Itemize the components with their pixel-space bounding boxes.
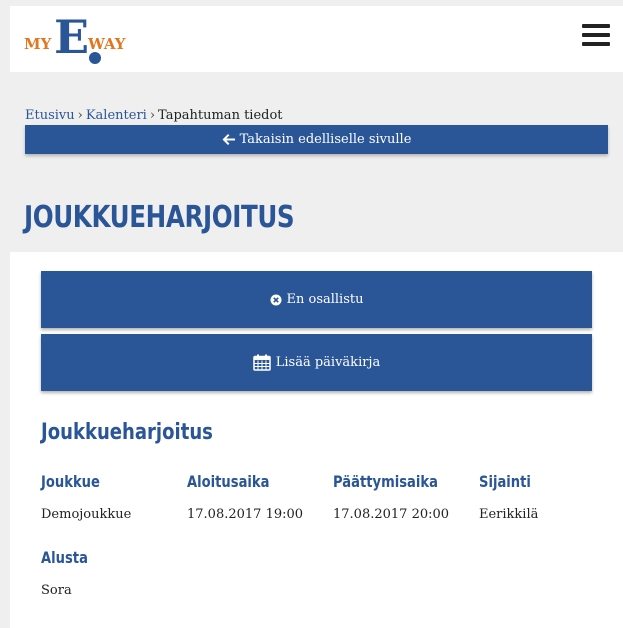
calendar-icon: [253, 354, 271, 371]
page-title: JOUKKUEHARJOITUS: [24, 200, 295, 235]
field-label-surface: Alusta: [41, 548, 88, 567]
event-details-title: Joukkueharjoitus: [41, 420, 213, 445]
add-diary-button[interactable]: Lisää päiväkirja: [41, 334, 592, 391]
hamburger-line: [582, 42, 610, 46]
breadcrumb-separator: ›: [149, 108, 156, 123]
decline-participation-label: En osallistu: [286, 292, 364, 307]
decline-participation-button[interactable]: En osallistu: [41, 271, 592, 328]
hamburger-line: [582, 33, 610, 37]
field-label-location: Sijainti: [479, 472, 531, 491]
logo-part-e: E: [54, 10, 90, 64]
page-header-area: Etusivu › Kalenteri › Tapahtuman tiedot Taka…: [10, 72, 623, 252]
back-button[interactable]: Takaisin edelliselle sivulle: [25, 125, 608, 154]
field-value-end-time: 17.08.2017 20:00: [333, 507, 450, 522]
field-value-team: Demojoukkue: [41, 507, 132, 522]
circle-x-icon: [270, 294, 281, 305]
breadcrumb: Etusivu › Kalenteri › Tapahtuman tiedot: [25, 108, 283, 123]
logo-dot: [89, 52, 101, 64]
field-value-surface: Sora: [41, 583, 72, 598]
field-label-team: Joukkue: [41, 472, 100, 491]
hamburger-line: [582, 24, 610, 28]
breadcrumb-etusivu[interactable]: Etusivu: [25, 108, 75, 123]
arrow-left-icon: [222, 134, 235, 145]
breadcrumb-separator: ›: [77, 108, 83, 123]
logo-part-my: MY: [24, 35, 52, 53]
site-header: MY E WAY: [10, 6, 623, 72]
left-strip: [0, 0, 10, 628]
logo-part-way: WAY: [88, 35, 126, 53]
breadcrumb-kalenteri[interactable]: Kalenteri: [86, 108, 147, 123]
field-value-start-time: 17.08.2017 19:00: [187, 507, 304, 522]
breadcrumb-current: Tapahtuman tiedot: [158, 108, 283, 123]
field-label-end-time: Päättymisaika: [333, 472, 438, 491]
hamburger-menu-icon[interactable]: [582, 24, 610, 48]
back-button-label: Takaisin edelliselle sivulle: [239, 132, 412, 147]
field-value-location: Eerikkilä: [479, 507, 539, 522]
myeway-logo[interactable]: MY E WAY: [24, 14, 134, 68]
field-label-start-time: Aloitusaika: [187, 472, 270, 491]
add-diary-label: Lisää päiväkirja: [275, 355, 381, 370]
